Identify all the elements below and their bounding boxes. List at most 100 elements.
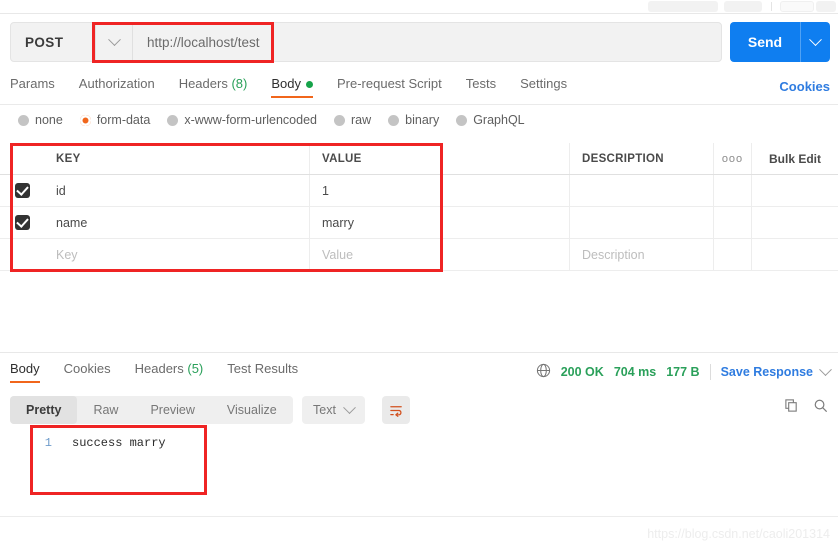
radio-icon [167, 115, 178, 126]
checkbox-checked-icon [15, 183, 30, 198]
request-tab-label: Body [271, 76, 301, 91]
body-type-label: form-data [97, 113, 151, 127]
new-value-input[interactable]: Value [310, 239, 570, 270]
body-type-x-www-form-urlencoded[interactable]: x-www-form-urlencoded [167, 113, 317, 127]
copy-icon[interactable] [784, 398, 799, 418]
request-tab-tests[interactable]: Tests [466, 76, 496, 98]
table-placeholder-row: KeyValueDescription [0, 239, 838, 271]
request-tab-headers[interactable]: Headers (8) [179, 76, 248, 98]
row-spacer [714, 207, 752, 238]
form-data-table: KEY VALUE DESCRIPTION ooo Bulk Edit id1n… [0, 143, 838, 271]
globe-icon [536, 363, 551, 381]
row-value-input[interactable]: marry [310, 207, 570, 238]
row-checkbox[interactable] [0, 207, 44, 238]
search-icon[interactable] [813, 398, 828, 418]
http-method-label[interactable]: POST [11, 23, 95, 61]
format-tab-visualize[interactable]: Visualize [211, 396, 293, 424]
row-spacer [714, 239, 752, 270]
toolbar-pill-4 [816, 1, 836, 12]
response-time: 704 ms [614, 365, 656, 379]
cookies-link[interactable]: Cookies [779, 79, 830, 94]
new-key-input[interactable]: Key [44, 239, 310, 270]
row-value-input[interactable]: 1 [310, 175, 570, 206]
send-options-button[interactable] [800, 22, 830, 62]
response-tab-cookies[interactable]: Cookies [64, 361, 111, 383]
row-spacer [752, 175, 838, 206]
save-response-button[interactable]: Save Response [721, 365, 813, 379]
watermark: https://blog.csdn.net/caoli201314 [647, 527, 830, 541]
body-type-label: GraphQL [473, 113, 524, 127]
response-body: 1 success marry [30, 436, 166, 450]
row-checkbox[interactable] [0, 239, 44, 270]
body-type-label: binary [405, 113, 439, 127]
new-description-input[interactable]: Description [570, 239, 714, 270]
chevron-down-icon [343, 401, 356, 414]
header-checkbox-cell [0, 143, 44, 174]
response-tab-label: Test Results [227, 361, 298, 376]
header-key: KEY [44, 143, 310, 174]
response-tab-headers[interactable]: Headers (5) [135, 361, 204, 383]
table-row: namemarry [0, 207, 838, 239]
line-number: 1 [30, 436, 52, 450]
row-key-input[interactable]: name [44, 207, 310, 238]
table-header-row: KEY VALUE DESCRIPTION ooo Bulk Edit [0, 143, 838, 175]
format-tab-preview[interactable]: Preview [134, 396, 210, 424]
radio-icon [334, 115, 345, 126]
url-input[interactable]: http://localhost/test [133, 23, 721, 61]
response-tabs: Body Cookies Headers (5) Test Results [10, 361, 322, 383]
request-tab-body[interactable]: Body [271, 76, 313, 98]
response-tools [784, 398, 828, 418]
format-tab-pretty[interactable]: Pretty [10, 396, 77, 424]
row-spacer [714, 175, 752, 206]
toolbar-pill-2 [724, 1, 762, 12]
row-description-input[interactable] [570, 207, 714, 238]
response-tab-label: Headers [135, 361, 184, 376]
body-type-label: x-www-form-urlencoded [184, 113, 317, 127]
request-tab-authorization[interactable]: Authorization [79, 76, 155, 98]
toolbar-pill-3 [780, 1, 814, 12]
status-code: 200 OK [561, 365, 604, 379]
table-more-options-icon[interactable]: ooo [714, 143, 752, 174]
top-divider [0, 13, 838, 14]
chevron-down-icon[interactable] [819, 363, 832, 376]
body-modified-dot-icon [306, 81, 313, 88]
body-type-binary[interactable]: binary [388, 113, 439, 127]
radio-icon [388, 115, 399, 126]
request-tab-label: Settings [520, 76, 567, 91]
request-tab-pre-request-script[interactable]: Pre-request Script [337, 76, 442, 98]
method-dropdown-button[interactable] [95, 23, 133, 61]
body-type-raw[interactable]: raw [334, 113, 371, 127]
request-tab-label: Pre-request Script [337, 76, 442, 91]
response-tab-body[interactable]: Body [10, 361, 40, 383]
row-checkbox[interactable] [0, 175, 44, 206]
body-type-label: none [35, 113, 63, 127]
response-size: 177 B [666, 365, 699, 379]
top-toolbar-sliver [0, 0, 838, 14]
response-tab-label: Cookies [64, 361, 111, 376]
body-type-graphql[interactable]: GraphQL [456, 113, 524, 127]
body-type-none[interactable]: none [18, 113, 63, 127]
response-tab-label: Body [10, 361, 40, 376]
response-tab-test-results[interactable]: Test Results [227, 361, 298, 383]
chevron-down-icon [809, 33, 822, 46]
row-key-input[interactable]: id [44, 175, 310, 206]
response-body-text: success marry [72, 436, 166, 450]
bulk-edit-button[interactable]: Bulk Edit [752, 143, 838, 174]
body-type-form-data[interactable]: form-data [80, 113, 151, 127]
format-tab-raw[interactable]: Raw [77, 396, 134, 424]
word-wrap-button[interactable] [382, 396, 410, 424]
request-tab-params[interactable]: Params [10, 76, 55, 98]
radio-icon [18, 115, 29, 126]
row-description-input[interactable] [570, 175, 714, 206]
response-type-select[interactable]: Text [302, 396, 365, 424]
request-tabs: Params Authorization Headers (8) Body Pre-re… [10, 76, 591, 104]
response-type-label: Text [313, 403, 336, 417]
request-tab-count: (8) [231, 76, 247, 91]
status-divider [710, 364, 711, 380]
toolbar-pill-1 [648, 1, 718, 12]
request-tab-settings[interactable]: Settings [520, 76, 567, 98]
send-button[interactable]: Send [730, 34, 800, 50]
header-value: VALUE [310, 143, 570, 174]
row-spacer [752, 239, 838, 270]
bottom-divider [0, 516, 838, 517]
